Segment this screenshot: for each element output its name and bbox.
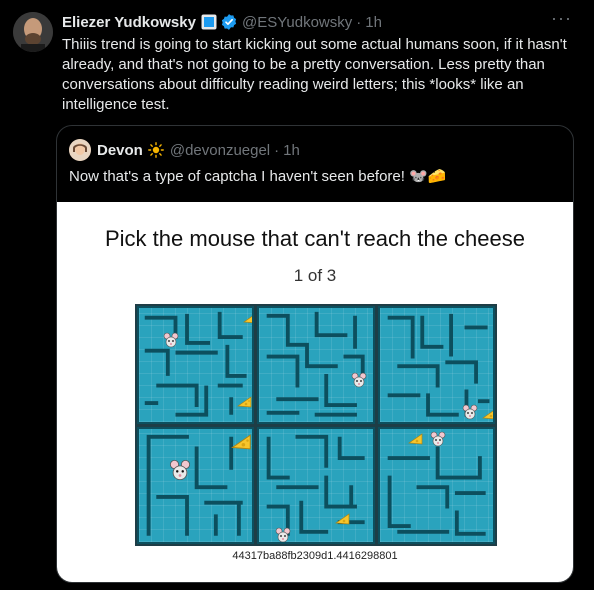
cheese-icon [335, 511, 351, 527]
captcha-page-indicator: 1 of 3 [293, 266, 337, 285]
cheese-icon [407, 431, 424, 447]
cheese-icon [481, 406, 493, 422]
mouse-icon[interactable] [430, 431, 446, 447]
quoted-author-handle[interactable]: @devonzuegel [170, 142, 270, 159]
separator-dot: · [356, 13, 362, 31]
mouse-icon[interactable] [351, 372, 367, 388]
mouse-icon[interactable] [462, 404, 478, 420]
maze-walls [267, 311, 365, 417]
maze-cell[interactable] [257, 306, 375, 424]
author-avatar[interactable] [13, 12, 53, 52]
cheese-icon [243, 310, 253, 326]
quoted-tweet-text: Now that's a type of captcha I haven't s… [69, 168, 447, 185]
tweet-header: Eliezer Yudkowsky @ESYudkowsky · 1h [62, 12, 382, 32]
maze-cell[interactable] [257, 426, 375, 544]
captcha-image[interactable]: Pick the mouse that can't reach the chee… [57, 202, 573, 582]
maze-grid [135, 304, 497, 546]
mouse-icon[interactable] [169, 459, 191, 481]
quoted-author-name[interactable]: Devon [97, 142, 143, 159]
author-handle[interactable]: @ESYudkowsky [242, 14, 352, 31]
maze-walls [144, 311, 247, 417]
square-badge-icon [201, 14, 217, 30]
mouse-icon[interactable] [163, 332, 179, 348]
tweet-text: Thiiis trend is going to start kicking o… [62, 36, 567, 113]
maze-walls [267, 434, 365, 536]
author-name[interactable]: Eliezer Yudkowsky [62, 14, 196, 31]
maze-cell[interactable] [377, 426, 495, 544]
maze-cell[interactable] [137, 426, 255, 544]
maze-cell[interactable] [137, 306, 255, 424]
mouse-icon[interactable] [275, 527, 291, 543]
quoted-tweet-time[interactable]: 1h [283, 142, 300, 159]
cheese-icon [237, 394, 252, 410]
quote-header: Devon @devonzuegel · 1h [97, 140, 300, 160]
cheese-icon [231, 431, 252, 453]
captcha-title: Pick the mouse that can't reach the chee… [105, 226, 525, 251]
separator-dot: · [274, 141, 280, 159]
quote-tweet[interactable]: Devon @devonzuegel · 1h Now that's a typ… [56, 125, 574, 583]
tweet-time[interactable]: 1h [365, 14, 382, 31]
captcha-id: 44317ba88fb2309d1.4416298801 [232, 550, 398, 562]
maze-cell[interactable] [377, 306, 495, 424]
sun-icon [147, 142, 164, 158]
verified-icon [220, 13, 238, 31]
quoted-author-avatar [69, 139, 91, 161]
more-horizontal-icon[interactable]: ··· [551, 8, 572, 29]
